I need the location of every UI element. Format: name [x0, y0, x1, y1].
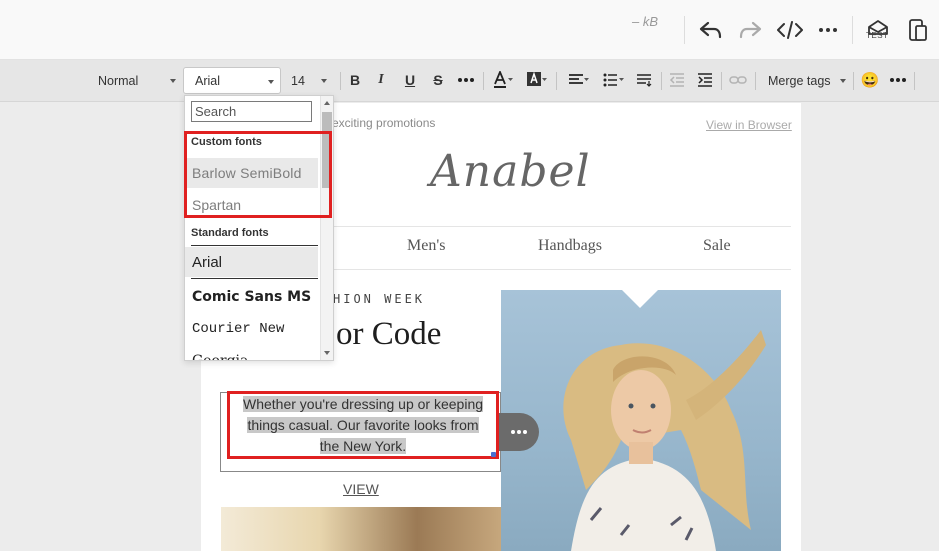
- formatting-toolbar: Normal Arial 14 B I U S Merge tags 😀: [0, 60, 939, 102]
- highlight-color-icon[interactable]: [524, 70, 550, 90]
- divider: [852, 16, 853, 44]
- divider: [333, 269, 791, 270]
- divider: [684, 16, 685, 44]
- headline: or Code: [336, 316, 442, 352]
- divider: [853, 72, 854, 90]
- standard-fonts-header: Standard fonts: [191, 227, 269, 239]
- font-option-courier-new[interactable]: Courier New: [185, 314, 318, 344]
- more-icon[interactable]: [814, 16, 842, 44]
- more-options-icon[interactable]: [888, 70, 908, 90]
- chevron-down-icon: [840, 79, 846, 83]
- font-option-arial[interactable]: Arial: [185, 247, 318, 277]
- divider: [721, 72, 722, 90]
- nav-item-mens[interactable]: Men's: [407, 237, 445, 255]
- text-color-icon[interactable]: [490, 70, 516, 90]
- outdent-icon[interactable]: [667, 70, 687, 90]
- merge-tags-label: Merge tags: [768, 73, 831, 88]
- undo-icon[interactable]: [697, 16, 725, 44]
- indent-icon[interactable]: [695, 70, 715, 90]
- font-family-select[interactable]: Arial: [183, 67, 281, 94]
- divider: [340, 72, 341, 90]
- preheader-text: exciting promotions: [332, 116, 436, 130]
- scroll-up-icon[interactable]: [324, 101, 330, 105]
- mobile-preview-icon[interactable]: [904, 16, 932, 44]
- brand-logo: Anabel: [430, 146, 591, 197]
- nav-item-sale[interactable]: Sale: [703, 237, 731, 255]
- strikethrough-icon[interactable]: S: [428, 70, 448, 90]
- block-options-button[interactable]: [499, 413, 539, 451]
- divider: [191, 245, 318, 246]
- paragraph-style-select[interactable]: Normal: [92, 67, 180, 94]
- emoji-icon[interactable]: 😀: [860, 70, 880, 90]
- product-thumbnail: [221, 507, 501, 551]
- divider: [333, 226, 791, 227]
- font-option-georgia[interactable]: Georgia: [185, 346, 318, 360]
- top-bar: – kB TEST: [0, 0, 939, 60]
- divider: [483, 72, 484, 90]
- more-formatting-icon[interactable]: [456, 70, 476, 90]
- test-label: TEST: [866, 31, 889, 40]
- custom-fonts-highlight: [184, 131, 332, 218]
- resize-handle[interactable]: [491, 452, 496, 457]
- underline-icon[interactable]: U: [400, 70, 420, 90]
- list-icon[interactable]: [601, 70, 627, 90]
- redo-icon[interactable]: [736, 16, 764, 44]
- font-family-value: Arial: [195, 73, 221, 88]
- hero-notch: [622, 290, 658, 308]
- body-text-line: Whether you're dressing up or keeping: [242, 396, 484, 412]
- body-text-line: things casual. Our favorite looks from: [247, 417, 479, 433]
- align-icon[interactable]: [566, 70, 592, 90]
- view-link[interactable]: VIEW: [343, 481, 379, 497]
- chevron-down-icon: [268, 80, 274, 84]
- code-icon[interactable]: [776, 16, 804, 44]
- divider: [661, 72, 662, 90]
- email-size-indicator: – kB: [632, 14, 659, 29]
- nav-item-handbags[interactable]: Handbags: [538, 237, 602, 255]
- divider: [556, 72, 557, 90]
- bold-icon[interactable]: B: [345, 70, 365, 90]
- hero-image: [501, 290, 781, 551]
- divider: [191, 278, 318, 279]
- body-text-line: the New York.: [319, 438, 407, 454]
- font-size-value: 14: [291, 73, 305, 88]
- scroll-down-icon[interactable]: [324, 351, 330, 355]
- paragraph-style-value: Normal: [98, 73, 139, 88]
- font-search-input[interactable]: [191, 101, 312, 122]
- line-height-icon[interactable]: [634, 70, 654, 90]
- italic-icon[interactable]: I: [371, 70, 391, 90]
- chevron-down-icon: [321, 79, 327, 83]
- body-text[interactable]: Whether you're dressing up or keeping th…: [232, 394, 494, 457]
- eyebrow-text: HION WEEK: [333, 292, 426, 306]
- link-icon[interactable]: [728, 70, 748, 90]
- font-size-select[interactable]: 14: [285, 67, 333, 94]
- view-in-browser-link[interactable]: View in Browser: [706, 118, 792, 132]
- font-option-comic-sans[interactable]: Comic Sans MS: [185, 282, 318, 312]
- divider: [914, 72, 915, 90]
- chevron-down-icon: [170, 79, 176, 83]
- merge-tags-select[interactable]: Merge tags: [762, 67, 848, 94]
- divider: [755, 72, 756, 90]
